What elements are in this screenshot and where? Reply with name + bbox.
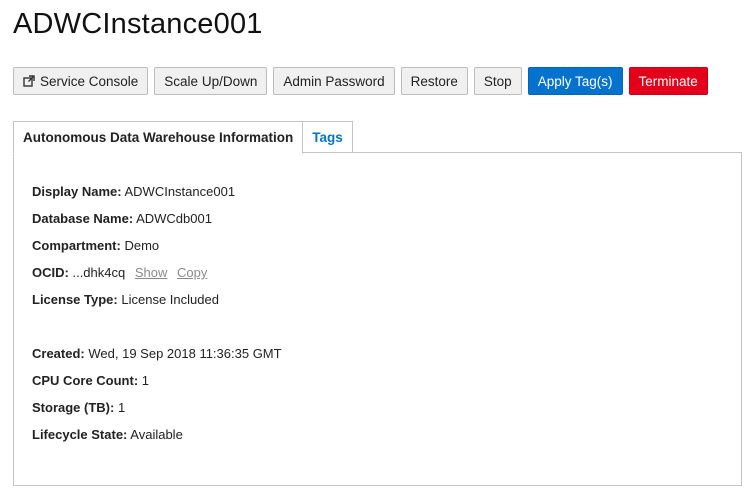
created-row: Created: Wed, 19 Sep 2018 11:36:35 GMT — [32, 346, 282, 361]
compartment-label: Compartment: — [32, 238, 121, 253]
ocid-show-link[interactable]: Show — [135, 265, 168, 280]
scale-up-down-button[interactable]: Scale Up/Down — [154, 67, 268, 95]
tab-bar: Autonomous Data Warehouse Information Ta… — [13, 121, 353, 154]
storage-label: Storage (TB): — [32, 400, 115, 415]
database-name-value: ADWCdb001 — [136, 211, 212, 226]
service-console-label: Service Console — [40, 73, 139, 89]
display-name-row: Display Name: ADWCInstance001 — [32, 184, 235, 199]
information-panel: Display Name: ADWCInstance001 Database N… — [13, 152, 742, 486]
stop-button[interactable]: Stop — [473, 67, 522, 95]
database-name-label: Database Name: — [32, 211, 134, 226]
ocid-label: OCID: — [32, 265, 69, 280]
created-label: Created: — [32, 346, 85, 361]
lifecycle-state-value: Available — [130, 427, 183, 442]
restore-button[interactable]: Restore — [400, 67, 468, 95]
display-name-value: ADWCInstance001 — [124, 184, 236, 199]
cpu-core-count-row: CPU Core Count: 1 — [32, 373, 149, 388]
tab-tags[interactable]: Tags — [303, 121, 353, 153]
action-toolbar: Service Console Scale Up/Down Admin Pass… — [13, 67, 708, 95]
apply-tags-button[interactable]: Apply Tag(s) — [527, 67, 623, 95]
lifecycle-state-label: Lifecycle State: — [32, 427, 128, 442]
ocid-copy-link[interactable]: Copy — [177, 265, 207, 280]
admin-password-button[interactable]: Admin Password — [273, 67, 395, 95]
tab-adw-information[interactable]: Autonomous Data Warehouse Information — [13, 121, 304, 154]
license-type-row: License Type: License Included — [32, 292, 219, 307]
external-link-icon — [23, 75, 35, 87]
license-type-label: License Type: — [32, 292, 118, 307]
storage-row: Storage (TB): 1 — [32, 400, 125, 415]
cpu-core-count-label: CPU Core Count: — [32, 373, 139, 388]
display-name-label: Display Name: — [32, 184, 122, 199]
compartment-row: Compartment: Demo — [32, 238, 159, 253]
compartment-value: Demo — [124, 238, 160, 253]
terminate-button[interactable]: Terminate — [628, 67, 708, 95]
database-name-row: Database Name: ADWCdb001 — [32, 211, 212, 226]
ocid-row: OCID: ...dhk4cq Show Copy — [32, 265, 207, 280]
page-title: ADWCInstance001 — [13, 8, 263, 40]
service-console-button[interactable]: Service Console — [13, 67, 149, 95]
created-value: Wed, 19 Sep 2018 11:36:35 GMT — [88, 346, 282, 361]
license-type-value: License Included — [121, 292, 219, 307]
ocid-value: ...dhk4cq — [72, 265, 126, 280]
lifecycle-state-row: Lifecycle State: Available — [32, 427, 183, 442]
storage-value: 1 — [117, 400, 126, 415]
cpu-core-count-value: 1 — [141, 373, 150, 388]
